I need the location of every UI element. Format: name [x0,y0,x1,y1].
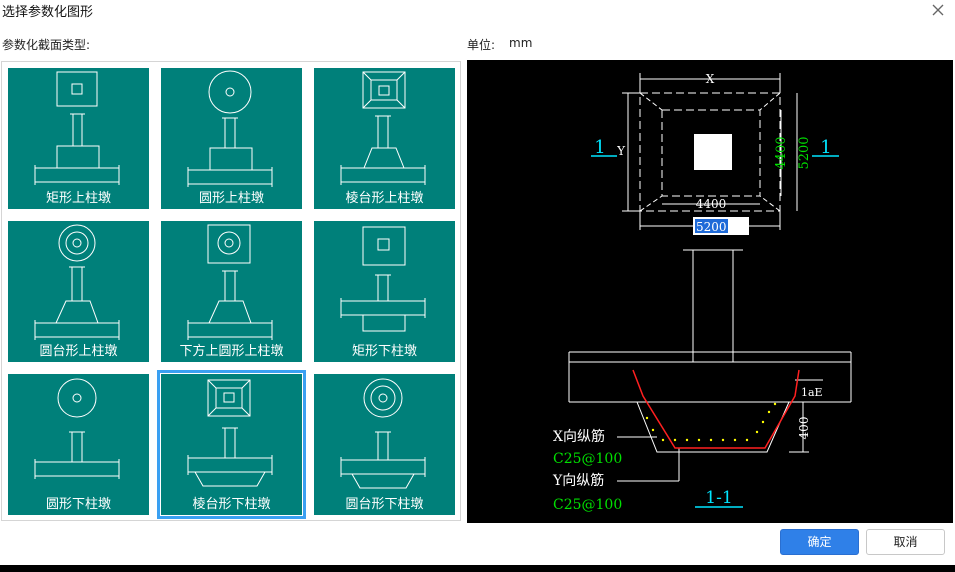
tile-label: 棱台形下柱墩 [192,497,271,512]
dim-outer-horizontal-input[interactable]: 5200 [696,220,727,234]
tile-label: 圆台形下柱墩 [345,497,424,512]
dim-inner-horizontal: 4400 [696,197,727,211]
tile-label: 棱台形上柱墩 [345,191,424,206]
unit-value: mm [509,36,533,50]
section-type-label: 参数化截面类型: [2,38,91,52]
depth-dim: 400 [797,417,811,440]
tile-label: 矩形上柱墩 [45,191,111,206]
x-dim-label: X [706,72,715,86]
tile-rect-upper-pier[interactable]: 矩形上柱墩 [8,68,149,209]
tile-cone-upper-pier[interactable]: 圆台形上柱墩 [8,221,149,362]
dim-inner-vertical: 4400 [774,136,789,169]
cancel-button[interactable]: 取消 [866,529,945,555]
dim-outer-vertical: 5200 [797,136,812,169]
tile-square-top-round-upper-pier[interactable]: 下方上圆形上柱墩 [161,221,302,362]
x-rebar-value: C25@100 [553,451,622,467]
close-icon[interactable] [928,0,948,20]
y-rebar-value: C25@100 [553,497,622,513]
tile-circle-lower-pier[interactable]: 圆形下柱墩 [8,374,149,515]
section-mark-right: 1 [820,137,831,158]
lae-label: 1aE [801,386,823,399]
tile-rect-lower-pier[interactable]: 矩形下柱墩 [314,221,455,362]
shape-grid: 矩形上柱墩 圆形上柱墩 棱台形上柱墩 圆台形上柱墩 下方上圆形上柱墩 矩形下柱墩… [1,61,461,521]
section-title: 1-1 [705,488,732,508]
background-cad-strip [0,565,955,572]
tile-label: 圆形上柱墩 [198,191,264,206]
unit-label: 单位: [467,38,496,52]
tile-label: 圆形下柱墩 [45,497,111,512]
pier-drawing: X Y 1 1 4400 4400 5200 5200 1aE 400 X向纵筋… [552,72,852,513]
tile-label: 矩形下柱墩 [351,344,417,359]
preview-canvas: X Y 1 1 4400 4400 5200 5200 1aE 400 X向纵筋… [467,60,953,523]
tile-cone-lower-pier[interactable]: 圆台形下柱墩 [314,374,455,515]
tile-frustum-upper-pier[interactable]: 棱台形上柱墩 [314,68,455,209]
y-rebar-label: Y向纵筋 [552,472,604,489]
y-dim-label: Y [616,144,626,158]
tile-label: 圆台形上柱墩 [39,344,118,359]
tile-circle-upper-pier[interactable]: 圆形上柱墩 [161,68,302,209]
tile-label: 下方上圆形上柱墩 [179,344,284,359]
dialog-title: 选择参数化图形 [2,5,94,20]
x-rebar-label: X向纵筋 [553,428,605,445]
tile-frustum-lower-pier[interactable]: 棱台形下柱墩 [157,370,306,519]
section-mark-left: 1 [594,137,605,158]
ok-button[interactable]: 确定 [780,529,859,555]
